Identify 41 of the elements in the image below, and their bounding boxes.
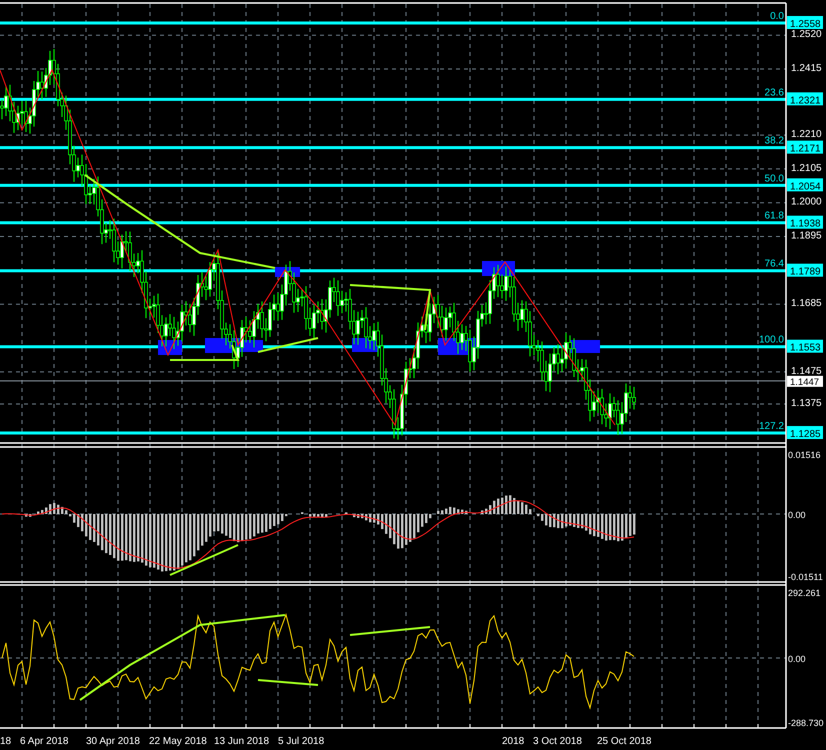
fibonacci-price-tag: 1.2171 xyxy=(787,140,823,155)
fibonacci-ratio-label: 61.8 xyxy=(764,210,784,222)
date-axis-label: 13 Jun 2018 xyxy=(214,736,270,747)
price-axis-label: 1.1685 xyxy=(791,298,822,310)
price-axis-label: 1.2105 xyxy=(791,162,822,174)
fibonacci-ratio-label: 23.6 xyxy=(764,87,784,98)
fibonacci-price-tag: 1.1789 xyxy=(787,264,823,278)
date-axis-label: 5 Jul 2018 xyxy=(278,736,324,747)
fibonacci-ratio-label: 0.0 xyxy=(770,11,784,22)
date-axis-label: 18 xyxy=(0,736,12,747)
price-axis-label: 1.1375 xyxy=(791,398,822,410)
fibonacci-ratio-label: 38.2 xyxy=(764,136,784,147)
cci-axis-label: 292.261 xyxy=(788,588,821,598)
price-axis-label: 1.1895 xyxy=(791,230,822,242)
price-axis-label: 1.2520 xyxy=(791,29,822,40)
fibonacci-price-tag: 1.2054 xyxy=(787,178,823,192)
macd-axis-label: 0.00 xyxy=(788,510,806,520)
fibonacci-ratio-label: 76.4 xyxy=(764,258,784,270)
date-axis-label: 22 May 2018 xyxy=(149,736,207,747)
macd-axis-label: 0.01516 xyxy=(788,450,821,460)
current-price-tag: 1.1447 xyxy=(787,376,823,388)
fibonacci-price-tag: 1.2321 xyxy=(787,92,823,106)
price-axis-label: 1.2210 xyxy=(791,129,822,140)
price-axis-label: 1.1475 xyxy=(791,366,822,377)
date-axis-label: 3 Oct 2018 xyxy=(533,736,582,747)
fibonacci-ratio-label: 100.0 xyxy=(758,334,784,346)
fibonacci-price-tag: 1.1553 xyxy=(787,340,823,354)
price-axis-label: 1.2415 xyxy=(791,63,822,74)
date-axis-label: 2018 xyxy=(502,736,524,747)
price-axis-label: 1.2000 xyxy=(791,196,822,208)
fibonacci-price-tag: 1.1938 xyxy=(787,216,823,230)
macd-axis-label: -0.01511 xyxy=(788,572,823,582)
fibonacci-ratio-label: 127.2 xyxy=(758,421,784,432)
cci-axis-label: -288.730 xyxy=(788,718,824,728)
fibonacci-ratio-label: 50.0 xyxy=(764,173,784,184)
date-axis-label: 25 Oct 2018 xyxy=(597,736,652,747)
cci-axis-label: 0.00 xyxy=(788,654,806,664)
fibonacci-price-tag: 1.2558 xyxy=(787,16,823,30)
date-axis-label: 6 Apr 2018 xyxy=(20,736,68,747)
fibonacci-price-tag: 1.1285 xyxy=(787,426,823,440)
date-axis-label: 30 Apr 2018 xyxy=(86,736,140,747)
